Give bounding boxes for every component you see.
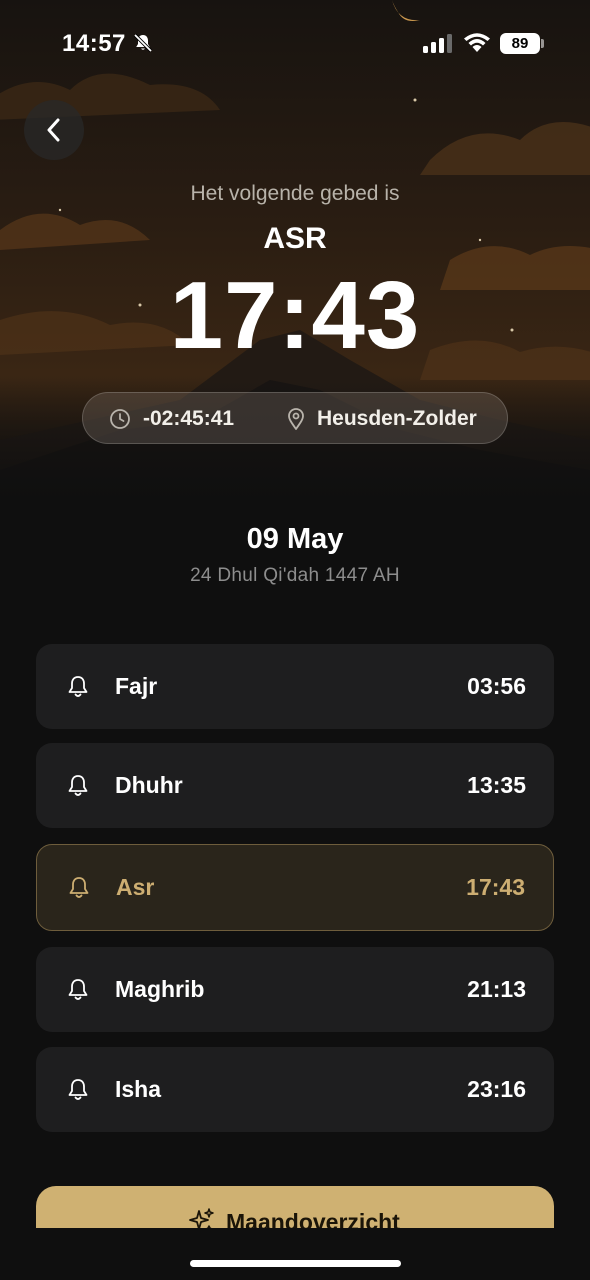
location-text[interactable]: Heusden-Zolder: [317, 407, 477, 431]
bell-icon[interactable]: [66, 977, 90, 1008]
gregorian-date: 09 May: [246, 523, 344, 555]
prayer-row-maghrib[interactable]: Maghrib 21:13: [36, 947, 554, 1032]
prayer-row-asr-active[interactable]: Asr 17:43: [36, 844, 554, 931]
prayer-name: Isha: [115, 1076, 162, 1102]
bell-icon[interactable]: [66, 1077, 90, 1108]
chevron-left-icon: [47, 118, 60, 142]
prayer-time: 21:13: [467, 976, 526, 1002]
home-indicator[interactable]: [190, 1260, 401, 1267]
prayer-time: 03:56: [467, 673, 526, 699]
prayer-name: Asr: [116, 874, 155, 900]
next-prayer-name: ASR: [263, 222, 327, 255]
prayer-row-fajr[interactable]: Fajr 03:56: [36, 644, 554, 729]
countdown-location-pill: -02:45:41 Heusden-Zolder: [82, 392, 508, 444]
prayer-time: 13:35: [467, 772, 526, 798]
prayer-name: Maghrib: [115, 976, 205, 1002]
prayer-time: 23:16: [467, 1076, 526, 1102]
next-prayer-time: 17:43: [169, 262, 421, 369]
countdown-text: -02:45:41: [143, 407, 235, 430]
bell-icon[interactable]: [66, 674, 90, 705]
prayer-row-dhuhr[interactable]: Dhuhr 13:35: [36, 743, 554, 828]
prayer-name: Dhuhr: [115, 772, 183, 798]
bottom-safe-area: [0, 1228, 590, 1280]
map-pin-icon: [286, 407, 306, 436]
next-prayer-label: Het volgende gebed is: [190, 182, 400, 205]
bell-icon[interactable]: [67, 875, 91, 906]
back-button[interactable]: [24, 100, 84, 160]
bell-slash-icon: [133, 33, 153, 58]
wifi-icon: [463, 32, 491, 59]
prayer-row-isha[interactable]: Isha 23:16: [36, 1047, 554, 1132]
bell-icon[interactable]: [66, 773, 90, 804]
battery-tip: [541, 39, 544, 48]
cellular-signal-icon: [423, 33, 453, 58]
hijri-date: 24 Dhul Qi'dah 1447 AH: [190, 565, 400, 586]
clock-icon: [109, 408, 131, 435]
battery-indicator: 89: [500, 33, 540, 54]
status-time: 14:57: [62, 30, 126, 57]
prayer-time: 17:43: [466, 874, 525, 900]
prayer-name: Fajr: [115, 673, 158, 699]
status-bar: 14:57 89: [0, 0, 590, 90]
